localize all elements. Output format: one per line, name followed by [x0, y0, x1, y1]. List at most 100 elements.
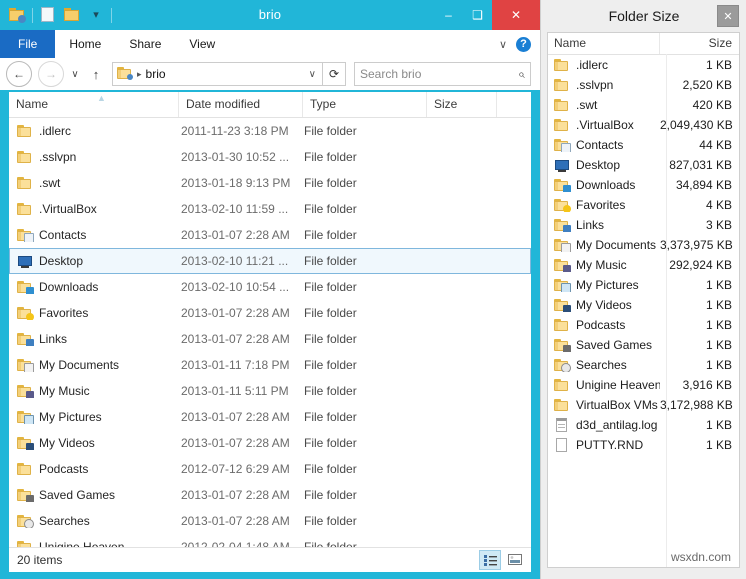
chevron-down-icon[interactable]: ∨ — [309, 69, 320, 80]
file-explorer-window: ▾ brio – ❑ ✕ File Home Share View ∨ ? ← … — [0, 0, 540, 579]
fs-size-cell: 2,520 KB — [682, 78, 732, 92]
table-row[interactable]: My Pictures 2013-01-07 2:28 AM File folder — [9, 404, 531, 430]
list-item[interactable]: Favorites 4 KB — [548, 195, 739, 215]
fs-name-label: Searches — [576, 358, 627, 372]
file-date-cell: 2011-11-23 3:18 PM — [181, 124, 289, 138]
table-row[interactable]: My Documents 2013-01-11 7:18 PM File folde… — [9, 352, 531, 378]
forward-button[interactable]: → — [38, 61, 64, 87]
file-date-cell: 2013-02-10 10:54 ... — [181, 280, 290, 294]
fs-column-header-size[interactable]: Size — [660, 33, 739, 54]
file-name-cell: Contacts — [10, 228, 180, 242]
tab-home[interactable]: Home — [55, 30, 115, 58]
table-row[interactable]: Favorites 2013-01-07 2:28 AM File folder — [9, 300, 531, 326]
tab-view[interactable]: View — [175, 30, 229, 58]
fs-name-cell: .VirtualBox — [548, 118, 660, 132]
column-header-size[interactable]: Size — [427, 92, 497, 117]
recent-locations-icon[interactable]: ∨ — [67, 69, 83, 80]
table-row[interactable]: Contacts 2013-01-07 2:28 AM File folder — [9, 222, 531, 248]
back-button[interactable]: ← — [6, 61, 32, 87]
file-date-cell: 2013-01-07 2:28 AM — [181, 306, 290, 320]
folder-contacts-icon — [17, 228, 34, 242]
list-item[interactable]: My Music 292,924 KB — [548, 255, 739, 275]
file-date-cell: 2012-02-04 1:48 AM — [181, 540, 290, 547]
table-row[interactable]: .sslvpn 2013-01-30 10:52 ... File folder — [9, 144, 531, 170]
fs-column-header-name[interactable]: Name — [548, 33, 660, 54]
chevron-down-icon[interactable]: ∨ — [499, 38, 507, 51]
folder-searches-icon — [554, 358, 571, 372]
table-row[interactable]: Searches 2013-01-07 2:28 AM File folder — [9, 508, 531, 534]
table-row[interactable]: Unigine Heaven 2012-02-04 1:48 AM File fol… — [9, 534, 531, 547]
list-item[interactable]: Links 3 KB — [548, 215, 739, 235]
list-item[interactable]: Downloads 34,894 KB — [548, 175, 739, 195]
file-icon — [554, 438, 570, 452]
file-name-cell: .sslvpn — [10, 150, 180, 164]
close-button[interactable]: ✕ — [492, 0, 540, 30]
list-item[interactable]: PUTTY.RND 1 KB — [548, 435, 739, 455]
list-item[interactable]: Contacts 44 KB — [548, 135, 739, 155]
table-row[interactable]: Downloads 2013-02-10 10:54 ... File folder — [9, 274, 531, 300]
list-item[interactable]: .swt 420 KB — [548, 95, 739, 115]
column-header-name[interactable]: Name — [9, 92, 179, 117]
fs-size-cell: 292,924 KB — [669, 258, 732, 272]
list-item[interactable]: .VirtualBox 2,049,430 KB — [548, 115, 739, 135]
list-item[interactable]: Unigine Heaven 3,916 KB — [548, 375, 739, 395]
list-item[interactable]: d3d_antilag.log 1 KB — [548, 415, 739, 435]
search-box[interactable]: Search brio ⌕ — [354, 62, 531, 86]
list-item[interactable]: Desktop 827,031 KB — [548, 155, 739, 175]
file-name-cell: .VirtualBox — [10, 202, 180, 216]
list-item[interactable]: .sslvpn 2,520 KB — [548, 75, 739, 95]
fs-size-cell: 3,373,975 KB — [660, 238, 733, 252]
fs-name-label: Links — [576, 218, 605, 232]
folder-icon — [17, 462, 33, 476]
large-icons-view-icon[interactable] — [505, 550, 525, 568]
table-row[interactable]: My Music 2013-01-11 5:11 PM File folder — [9, 378, 531, 404]
close-icon[interactable]: ✕ — [717, 5, 739, 27]
list-item[interactable]: My Videos 1 KB — [548, 295, 739, 315]
file-name-label: Podcasts — [39, 462, 89, 476]
list-item[interactable]: Saved Games 1 KB — [548, 335, 739, 355]
column-header-date-modified[interactable]: Date modified — [179, 92, 303, 117]
list-item[interactable]: .idlerc 1 KB — [548, 55, 739, 75]
address-bar[interactable]: ▸ brio ∨ — [112, 62, 323, 86]
table-row[interactable]: .VirtualBox 2013-02-10 11:59 ... File fold… — [9, 196, 531, 222]
table-row[interactable]: My Videos 2013-01-07 2:28 AM File folder — [9, 430, 531, 456]
screen: ▾ brio – ❑ ✕ File Home Share View ∨ ? ← … — [0, 0, 746, 579]
folder-size-list: Name Size .idlerc 1 KB .sslvpn 2,520 KB .swt… — [547, 32, 740, 568]
fs-name-cell: My Music — [548, 258, 660, 272]
file-name-cell: .swt — [10, 176, 180, 190]
list-item[interactable]: VirtualBox VMs 3,172,988 KB — [548, 395, 739, 415]
folder-videos-icon — [554, 298, 571, 312]
search-input[interactable]: Search brio — [360, 67, 421, 81]
folder-icon — [17, 176, 33, 190]
table-row[interactable]: Saved Games 2013-01-07 2:28 AM File folder — [9, 482, 531, 508]
file-name-cell: Searches — [10, 514, 180, 528]
list-item[interactable]: Podcasts 1 KB — [548, 315, 739, 335]
tab-file[interactable]: File — [0, 30, 56, 58]
column-header-type[interactable]: Type — [303, 92, 427, 117]
fs-size-cell: 827,031 KB — [669, 158, 732, 172]
table-row[interactable]: Links 2013-01-07 2:28 AM File folder — [9, 326, 531, 352]
list-item[interactable]: My Documents 3,373,975 KB — [548, 235, 739, 255]
sort-ascending-icon: ▲ — [97, 93, 106, 103]
up-button[interactable]: ↑ — [87, 67, 105, 82]
table-row[interactable]: Desktop 2013-02-10 11:21 ... File folder — [9, 248, 531, 274]
list-item[interactable]: Searches 1 KB — [548, 355, 739, 375]
tab-share[interactable]: Share — [115, 30, 175, 58]
minimize-button[interactable]: – — [434, 0, 463, 30]
refresh-button[interactable]: ⟳ — [323, 62, 346, 86]
fs-name-cell: Favorites — [548, 198, 660, 212]
table-row[interactable]: .idlerc 2011-11-23 3:18 PM File folder — [9, 118, 531, 144]
help-icon[interactable]: ? — [516, 36, 531, 52]
table-row[interactable]: .swt 2013-01-18 9:13 PM File folder — [9, 170, 531, 196]
table-row[interactable]: Podcasts 2012-07-12 6:29 AM File folder — [9, 456, 531, 482]
fs-size-cell: 1 KB — [705, 278, 732, 292]
fs-name-cell: Links — [548, 218, 660, 232]
details-view-icon[interactable] — [479, 550, 501, 570]
breadcrumb-current[interactable]: brio — [146, 67, 166, 81]
file-name-label: .sslvpn — [39, 150, 77, 164]
maximize-button[interactable]: ❑ — [463, 0, 492, 30]
view-mode-buttons — [479, 550, 531, 570]
file-type-cell: File folder — [304, 124, 357, 138]
list-item[interactable]: My Pictures 1 KB — [548, 275, 739, 295]
fs-name-label: PUTTY.RND — [576, 438, 644, 452]
